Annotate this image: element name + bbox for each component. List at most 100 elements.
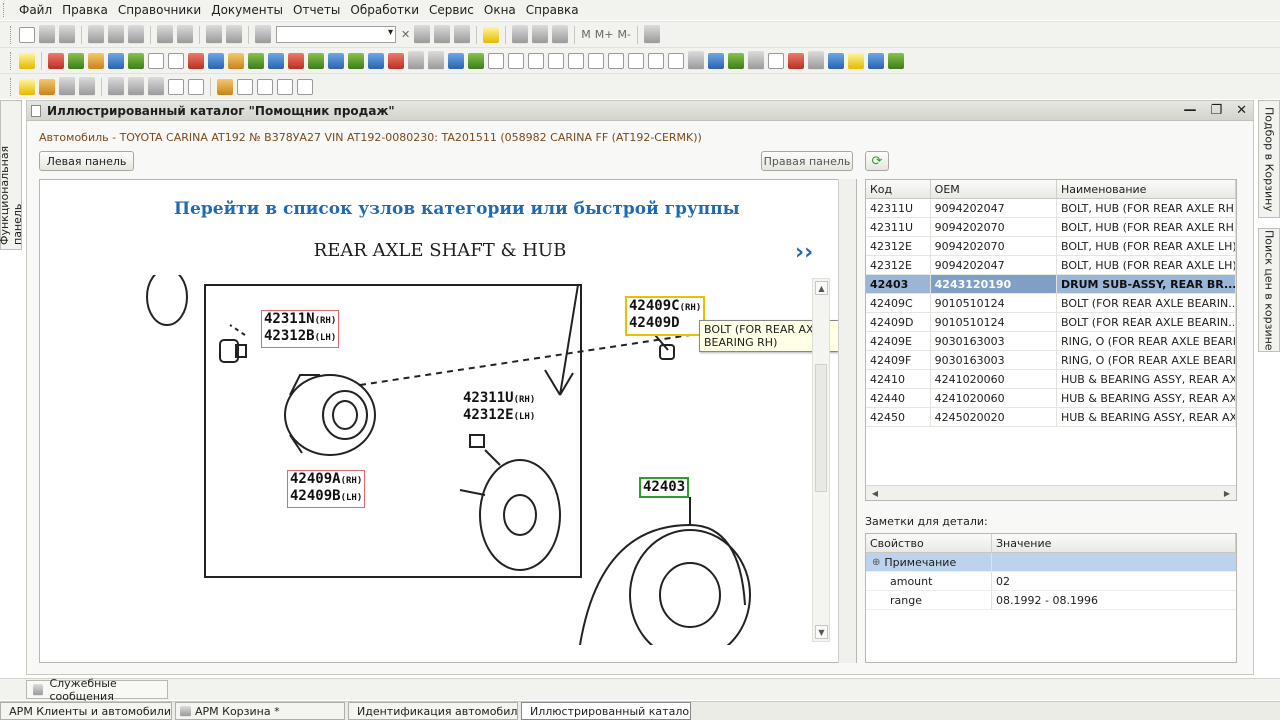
callout-42311n[interactable]: 42311N(RH) 42312B(LH) <box>261 310 340 348</box>
notes-row[interactable]: amount 02 <box>866 572 1236 591</box>
doc-add-9-icon[interactable] <box>648 52 664 69</box>
person-add-icon[interactable] <box>888 52 904 69</box>
notes-group-row[interactable]: ⊕ Примечание <box>866 553 1236 572</box>
doc-add-13-icon[interactable] <box>237 78 253 95</box>
pin-icon[interactable] <box>808 51 824 70</box>
doc-add-16-icon[interactable] <box>297 78 313 95</box>
sheet-3-icon[interactable] <box>728 52 744 69</box>
memory-m-button[interactable]: M <box>581 28 591 41</box>
info-icon[interactable] <box>483 26 500 43</box>
callout-42409a[interactable]: 42409A(RH) 42409B(LH) <box>287 470 366 508</box>
column-property[interactable]: Свойство <box>866 534 992 552</box>
book-icon[interactable] <box>188 52 204 69</box>
scroll-up-icon[interactable]: ▲ <box>815 281 828 295</box>
menu-service[interactable]: Сервис <box>424 3 479 17</box>
scroll-down-icon[interactable]: ▼ <box>815 625 828 639</box>
toolbar-search-input[interactable] <box>276 26 396 43</box>
chart-icon[interactable] <box>308 52 324 69</box>
monitor-icon[interactable] <box>348 52 364 69</box>
column-value[interactable]: Значение <box>992 534 1236 552</box>
table-icon[interactable] <box>552 25 569 44</box>
memory-minus-button[interactable]: M- <box>617 28 630 41</box>
sheet-2-icon[interactable] <box>708 52 724 69</box>
money-bag-icon[interactable] <box>19 78 35 95</box>
gear-icon[interactable] <box>59 77 75 96</box>
sheet-icon[interactable] <box>688 51 704 70</box>
hammer-icon[interactable] <box>79 77 95 96</box>
diagram-scrollbar[interactable]: ▲ ▼ <box>812 278 830 642</box>
menu-windows[interactable]: Окна <box>479 3 521 17</box>
task-illustrated-catalog[interactable]: Иллюстрированный катало... <box>521 702 691 720</box>
table-row[interactable]: 42410 4241020060 HUB & BEARING ASSY, REAR … <box>866 370 1236 389</box>
right-panel-button[interactable]: Правая панель <box>761 151 853 171</box>
column-code[interactable]: Код <box>866 180 931 198</box>
sheet-4-icon[interactable] <box>748 51 764 70</box>
category-list-link[interactable]: Перейти в список узлов категории или быс… <box>174 199 740 219</box>
warehouse-icon[interactable] <box>48 52 64 69</box>
scroll-right-icon[interactable]: ▶ <box>1220 487 1234 499</box>
task-cart[interactable]: АРМ Корзина * <box>175 702 345 720</box>
menu-grip[interactable] <box>3 3 6 17</box>
cart-icon[interactable] <box>248 52 264 69</box>
doc-add-10-icon[interactable] <box>668 52 684 69</box>
panel-scrollbar[interactable] <box>838 179 856 663</box>
refresh-icon[interactable]: ⟳ <box>865 151 889 171</box>
table-row[interactable]: 42440 4241020060 HUB & BEARING ASSY, REAR … <box>866 389 1236 408</box>
redo-icon[interactable] <box>226 25 242 44</box>
cart-price-search-tab[interactable]: Поиск цен в корзине <box>1258 228 1280 352</box>
doc-add-15-icon[interactable] <box>277 78 293 95</box>
menu-edit[interactable]: Правка <box>57 3 113 17</box>
menu-processing[interactable]: Обработки <box>345 3 424 17</box>
car-icon[interactable] <box>39 78 55 95</box>
ledger-icon[interactable] <box>328 52 344 69</box>
table-row-selected[interactable]: 42403 4243120190 DRUM SUB-ASSY, REAR BR... <box>866 275 1236 294</box>
doc-add-11-icon[interactable] <box>168 78 184 95</box>
cut-icon[interactable] <box>88 25 104 44</box>
doc-add-4-icon[interactable] <box>548 52 564 69</box>
chart-up-icon[interactable] <box>217 78 233 95</box>
doc-add-14-icon[interactable] <box>257 78 273 95</box>
find-next-icon[interactable] <box>414 25 431 44</box>
store-icon[interactable] <box>68 52 84 69</box>
callout-42311u[interactable]: 42311U(RH) 42312E(LH) <box>461 390 537 426</box>
find-all-icon[interactable] <box>454 25 471 44</box>
search-icon[interactable] <box>255 25 271 44</box>
users-icon[interactable] <box>108 52 124 69</box>
doc-add-12-icon[interactable] <box>188 78 204 95</box>
close-icon[interactable]: ✕ <box>1236 103 1247 118</box>
doc-add-5-icon[interactable] <box>568 52 584 69</box>
copy-icon[interactable] <box>108 25 124 44</box>
callout-42403[interactable]: 42403 <box>639 477 690 498</box>
undo-icon[interactable] <box>206 25 222 44</box>
restore-icon[interactable]: ❐ <box>1210 103 1222 118</box>
window-icon[interactable] <box>868 52 884 69</box>
pencil-icon[interactable] <box>208 52 224 69</box>
invoice-icon[interactable] <box>148 52 164 69</box>
memory-plus-button[interactable]: M+ <box>595 28 614 41</box>
table-row[interactable]: 42312E 9094202070 BOLT, HUB (FOR REAR AXLE… <box>866 237 1236 256</box>
table-row[interactable]: 42409D 9010510124 BOLT (FOR REAR AXLE BEAR… <box>866 313 1236 332</box>
truck-icon[interactable] <box>88 52 104 69</box>
book-open-icon[interactable] <box>828 52 844 69</box>
bars-icon[interactable] <box>468 52 484 69</box>
open-icon[interactable] <box>39 25 55 44</box>
paste-icon[interactable] <box>128 25 144 44</box>
doc-red-icon[interactable] <box>788 52 804 69</box>
column-name[interactable]: Наименование <box>1057 180 1236 198</box>
service-icon[interactable] <box>148 77 164 96</box>
tools-icon[interactable] <box>643 25 660 44</box>
callout-42409c[interactable]: 42409C(RH) 42409D <box>625 296 706 336</box>
next-arrow-icon[interactable]: ›› <box>795 240 813 265</box>
money-icon[interactable] <box>368 52 384 69</box>
expand-icon[interactable]: ⊕ <box>872 557 880 568</box>
calendar-icon[interactable] <box>512 25 529 44</box>
doc-add-icon[interactable] <box>488 52 504 69</box>
folder-icon[interactable] <box>848 52 864 69</box>
calc-icon[interactable] <box>408 51 424 70</box>
left-panel-button[interactable]: Левая панель <box>39 151 134 171</box>
calculator-icon[interactable] <box>532 25 549 44</box>
table-row[interactable]: 42450 4245020020 HUB & BEARING ASSY, REAR … <box>866 408 1236 427</box>
cart-selection-tab[interactable]: Подбор в Корзину <box>1258 100 1280 218</box>
notes-row[interactable]: range 08.1992 - 08.1996 <box>866 591 1236 610</box>
clear-search-icon[interactable]: ✕ <box>401 28 410 41</box>
